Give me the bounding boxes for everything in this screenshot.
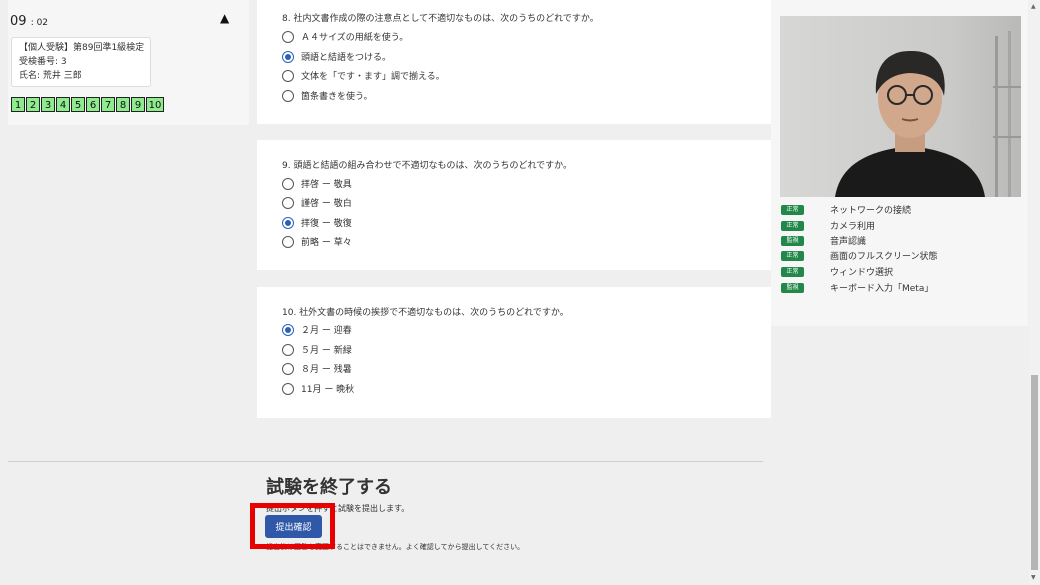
option-label: 拝復 ー 敬復 [301, 219, 352, 229]
radio-button[interactable] [282, 30, 294, 43]
status-badge: 監視 [781, 282, 804, 293]
examinee-card: 【個人受験】第89回準1級検定 受検番号: 3 氏名: 荒井 三郎 [11, 37, 151, 87]
monitor-row: 正常 画面のフルスクリーン状態 [781, 249, 938, 262]
examinee-number: 受検番号: 3 [19, 57, 67, 67]
scrollbar-thumb[interactable] [1031, 375, 1038, 570]
status-badge: 正常 [781, 220, 804, 231]
status-badge: 正常 [781, 250, 804, 261]
option-label: 11月 ー 晩秋 [301, 385, 355, 395]
option-label: 文体を「です・ます」調で揃える。 [301, 72, 445, 82]
radio-button[interactable] [282, 196, 294, 209]
question-nav-item[interactable]: 7 [101, 97, 115, 112]
option[interactable]: 前略 ー 草々 [282, 235, 352, 248]
question-nav-item[interactable]: 3 [41, 97, 55, 112]
option[interactable]: 謹啓 ー 敬白 [282, 196, 352, 209]
radio-button[interactable] [282, 235, 294, 248]
scroll-down-arrow-icon[interactable]: ▼ [1031, 574, 1036, 581]
question-text: 8. 社内文書作成の際の注意点として不適切なものは、次のうちのどれですか。 [282, 14, 599, 24]
option-label: 拝啓 ー 敬具 [301, 180, 352, 190]
monitor-label: 画面のフルスクリーン状態 [830, 252, 938, 262]
option[interactable]: 拝啓 ー 敬具 [282, 177, 352, 190]
option[interactable]: Ａ４サイズの用紙を使う。 [282, 30, 408, 43]
option-label: ８月 ー 残暑 [301, 365, 352, 375]
question-nav-item[interactable]: 8 [116, 97, 130, 112]
monitor-row: 監視 音声認識 [781, 234, 866, 247]
monitor-label: ウィンドウ選択 [830, 268, 894, 278]
submit-confirm-button[interactable]: 提出確認 [265, 515, 322, 538]
radio-button[interactable] [282, 177, 294, 190]
option-label: Ａ４サイズの用紙を使う。 [301, 33, 409, 43]
option[interactable]: 11月 ー 晩秋 [282, 382, 354, 395]
option[interactable]: 文体を「です・ます」調で揃える。 [282, 69, 445, 82]
question-text: 10. 社外文書の時候の挨拶で不適切なものは、次のうちのどれですか。 [282, 308, 569, 318]
monitor-label: 音声認識 [830, 237, 867, 247]
webcam-person-image [780, 16, 1021, 197]
question-nav-item[interactable]: 6 [86, 97, 100, 112]
monitor-row: 正常 ウィンドウ選択 [781, 265, 893, 278]
option-label: 頭語と結語をつける。 [301, 53, 392, 63]
question-nav-item[interactable]: 5 [71, 97, 85, 112]
scroll-up-arrow-icon[interactable]: ▲ [1031, 3, 1036, 10]
radio-button-selected[interactable] [282, 216, 294, 229]
camera-feed [780, 16, 1021, 197]
radio-button[interactable] [282, 343, 294, 356]
examinee-name: 氏名: 荒井 三郎 [19, 71, 82, 81]
status-badge: 監視 [781, 235, 804, 246]
option[interactable]: 箇条書きを使う。 [282, 89, 372, 102]
radio-button[interactable] [282, 89, 294, 102]
monitor-row: 正常 ネットワークの接続 [781, 203, 911, 216]
question-text: 9. 頭語と結語の組み合わせで不適切なものは、次のうちのどれですか。 [282, 161, 572, 171]
timer-seconds: : 02 [30, 18, 49, 28]
monitor-label: ネットワークの接続 [830, 206, 912, 216]
monitor-row: 監視 キーボード入力「Meta」 [781, 281, 933, 294]
divider [8, 461, 763, 462]
option[interactable]: ５月 ー 新緑 [282, 343, 352, 356]
option[interactable]: ８月 ー 残暑 [282, 362, 352, 375]
question-nav: 1 2 3 4 5 6 7 8 9 10 [11, 97, 165, 112]
radio-button[interactable] [282, 69, 294, 82]
option[interactable]: ２月 ー 迎春 [282, 323, 352, 336]
radio-button[interactable] [282, 382, 294, 395]
question-nav-item[interactable]: 10 [146, 97, 164, 112]
option-label: ５月 ー 新緑 [301, 346, 352, 356]
question-card-10: 10. 社外文書の時候の挨拶で不適切なものは、次のうちのどれですか。 ２月 ー … [257, 287, 771, 418]
monitor-label: キーボード入力「Meta」 [830, 284, 934, 294]
option[interactable]: 拝復 ー 敬復 [282, 216, 352, 229]
option[interactable]: 頭語と結語をつける。 [282, 50, 391, 63]
option-label: 謹啓 ー 敬白 [301, 199, 352, 209]
radio-button-selected[interactable] [282, 50, 294, 63]
question-nav-item[interactable]: 2 [26, 97, 40, 112]
status-badge: 正常 [781, 204, 804, 215]
timer-minutes: 09 [10, 14, 27, 29]
question-card-8: 8. 社内文書作成の際の注意点として不適切なものは、次のうちのどれですか。 Ａ４… [257, 0, 771, 124]
status-badge: 正常 [781, 266, 804, 277]
option-label: ２月 ー 迎春 [301, 326, 352, 336]
radio-button-selected[interactable] [282, 323, 294, 336]
option-label: 箇条書きを使う。 [301, 92, 373, 102]
monitor-label: カメラ利用 [830, 222, 876, 232]
exam-name: 【個人受験】第89回準1級検定 [19, 43, 145, 53]
monitor-row: 正常 カメラ利用 [781, 219, 875, 232]
question-nav-item[interactable]: 9 [131, 97, 145, 112]
question-card-9: 9. 頭語と結語の組み合わせで不適切なものは、次のうちのどれですか。 拝啓 ー … [257, 140, 771, 270]
timer: 09 : 02 [10, 14, 48, 29]
question-nav-item[interactable]: 4 [56, 97, 70, 112]
collapse-triangle-icon[interactable]: ▲ [220, 11, 229, 25]
radio-button[interactable] [282, 362, 294, 375]
option-label: 前略 ー 草々 [301, 238, 352, 248]
question-nav-item[interactable]: 1 [11, 97, 25, 112]
finish-title: 試験を終了する [266, 477, 392, 498]
